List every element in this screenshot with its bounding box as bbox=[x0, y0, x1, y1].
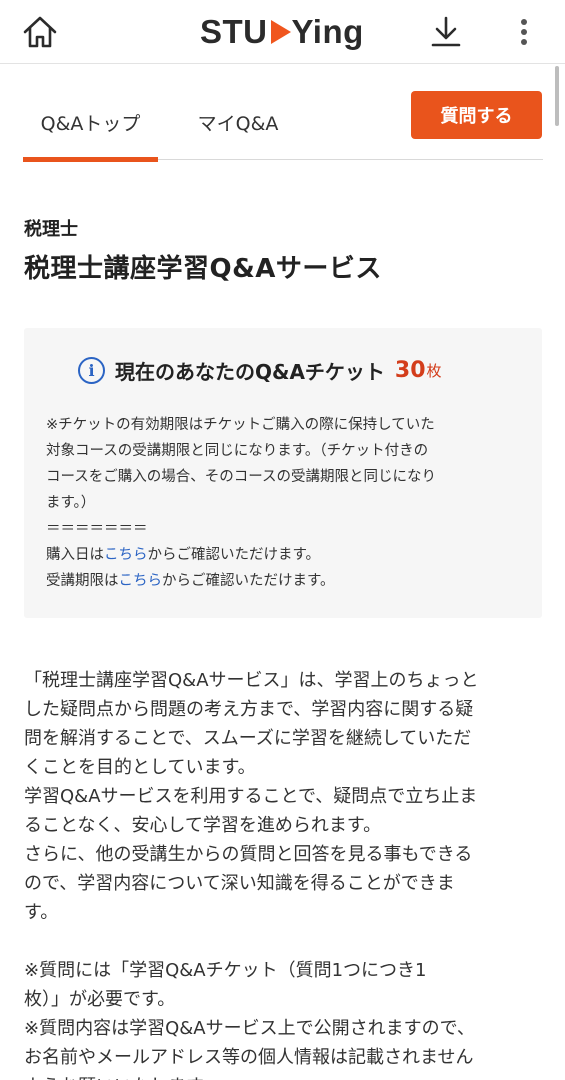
category-label: 税理士 bbox=[24, 219, 78, 240]
purchase-date-link[interactable]: こちら bbox=[104, 547, 148, 563]
download-icon bbox=[431, 16, 461, 47]
description-line: ることなく、安心して学習を進められます。 bbox=[24, 815, 382, 836]
page-title: 税理士講座学習Q&Aサービス bbox=[24, 254, 382, 284]
download-button[interactable] bbox=[426, 12, 466, 52]
ticket-note-line: コースをご購入の場合、そのコースの受講期限と同じになり bbox=[46, 469, 437, 485]
description-line: す。 bbox=[24, 902, 59, 923]
description-line: ので、学習内容について深い知識を得ることができま bbox=[24, 873, 455, 894]
scrollbar-thumb[interactable] bbox=[555, 66, 559, 126]
ticket-heading-text: 現在のあなたのQ&Aチケット bbox=[115, 359, 385, 384]
studying-logo[interactable]: STU Ying bbox=[200, 12, 364, 52]
purchase-date-prefix: 購入日は bbox=[46, 547, 104, 563]
description-line: 学習Q&Aサービスを利用することで、疑問点で立ち止ま bbox=[24, 786, 478, 807]
service-description: 「税理士講座学習Q&Aサービス」は、学習上のちょっと した疑問点から問題の考え方… bbox=[24, 666, 544, 1080]
tab-qa-top[interactable]: Q&Aトップ bbox=[23, 84, 158, 162]
description-line: さらに、他の受講生からの質問と回答を見る事もできる bbox=[24, 844, 473, 865]
ticket-note: ※チケットの有効期限はチケットご購入の際に保持していた 対象コースの受講期限と同… bbox=[46, 412, 526, 594]
ticket-info-box: i 現在のあなたのQ&Aチケット 30 枚 ※チケットの有効期限はチケットご購入… bbox=[24, 328, 542, 618]
description-line: 「税理士講座学習Q&Aサービス」は、学習上のちょっと bbox=[24, 670, 479, 691]
ticket-note-line: ます。） bbox=[46, 495, 96, 511]
course-period-suffix: からご確認いただけます。 bbox=[162, 573, 335, 589]
info-icon: i bbox=[78, 356, 105, 384]
ticket-count: 30 bbox=[394, 357, 426, 383]
notice-line: ようお願いいたします。 bbox=[24, 1072, 544, 1080]
ticket-unit: 枚 bbox=[426, 361, 442, 380]
home-button[interactable] bbox=[20, 12, 60, 52]
more-menu-button[interactable] bbox=[506, 12, 542, 52]
course-period-line: 受講期限はこちらからご確認いただけます。 bbox=[46, 568, 526, 594]
more-vertical-icon bbox=[521, 19, 527, 45]
course-period-prefix: 受講期限は bbox=[46, 573, 119, 589]
purchase-date-line: 購入日はこちらからご確認いただけます。 bbox=[46, 542, 526, 568]
top-app-bar: STU Ying bbox=[0, 0, 565, 64]
description-line: くことを目的としています。 bbox=[24, 757, 256, 778]
ticket-note-line: ※チケットの有効期限はチケットご購入の際に保持していた bbox=[46, 417, 435, 433]
home-icon bbox=[23, 16, 57, 48]
qa-tabs: Q&Aトップ マイQ&A 質問する bbox=[23, 84, 543, 162]
course-period-link[interactable]: こちら bbox=[119, 573, 163, 589]
notice-line: 枚）」が必要です。 bbox=[24, 989, 176, 1010]
description-line: 問を解消することで、スムーズに学習を継続していただ bbox=[24, 728, 472, 749]
ticket-note-line: 対象コースの受講期限と同じになります。（チケット付きの bbox=[46, 443, 429, 459]
ticket-heading: i 現在のあなたのQ&Aチケット 30 枚 bbox=[78, 354, 442, 386]
ask-question-button[interactable]: 質問する bbox=[411, 91, 542, 139]
notice-line: ※質問には「学習Q&Aチケット（質問1つにつき1 bbox=[24, 960, 427, 981]
logo-text-end: Ying bbox=[291, 13, 364, 50]
play-triangle-icon bbox=[270, 20, 291, 44]
tab-my-qa[interactable]: マイQ&A bbox=[173, 84, 303, 160]
logo-text-start: STU bbox=[200, 13, 268, 50]
description-line: した疑問点から問題の考え方まで、学習内容に関する疑 bbox=[24, 699, 474, 720]
ticket-note-separator: ＝＝＝＝＝＝＝ bbox=[46, 521, 148, 537]
notice-line: ※質問内容は学習Q&Aサービス上で公開されますので、 bbox=[24, 1018, 475, 1039]
purchase-date-suffix: からご確認いただけます。 bbox=[147, 547, 321, 563]
notice-line: お名前やメールアドレス等の個人情報は記載されません bbox=[24, 1047, 474, 1068]
